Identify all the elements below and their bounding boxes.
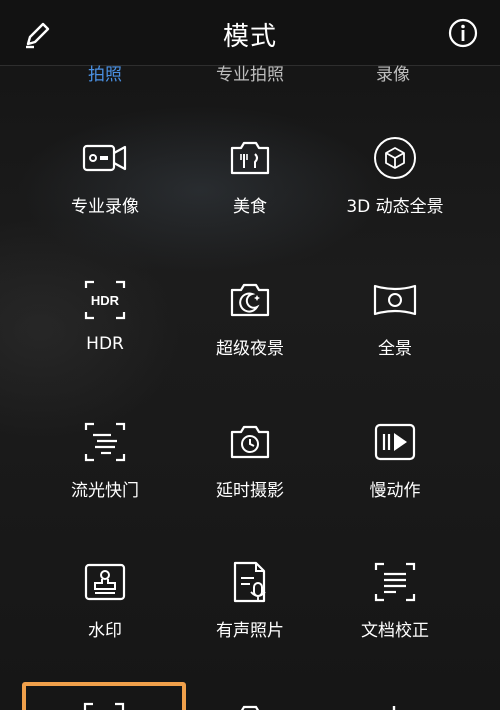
mode-label: 专业录像 (71, 197, 139, 217)
partial-mode-icon[interactable] (80, 694, 128, 710)
mode-pro-video[interactable]: 专业录像 (30, 136, 180, 256)
mode-label: 全景 (378, 339, 412, 359)
hdr-icon: HDR (81, 278, 129, 322)
mode-label: 文档校正 (361, 621, 429, 641)
mode-watermark[interactable]: 水印 (30, 560, 180, 680)
light-painting-icon (81, 420, 129, 464)
mode-label: 水印 (88, 621, 122, 641)
pro-video-camera-icon (81, 136, 129, 180)
mode-label: 有声照片 (216, 621, 284, 641)
mode-super-night[interactable]: 超级夜景 (175, 278, 325, 398)
mode-label: HDR (86, 334, 124, 354)
partial-mode-icon[interactable] (226, 694, 274, 710)
mode-label: 流光快门 (71, 481, 139, 501)
food-camera-icon (226, 136, 274, 180)
mode-label: 3D 动态全景 (346, 197, 444, 217)
mode-document-correction[interactable]: 文档校正 (320, 560, 470, 680)
mode-label: 延时摄影 (216, 481, 284, 501)
mode-label: 美食 (233, 197, 267, 217)
mode-panorama[interactable]: 全景 (320, 278, 470, 398)
panorama-icon (371, 278, 419, 322)
time-lapse-icon (226, 420, 274, 464)
slow-motion-icon (371, 420, 419, 464)
audio-photo-icon (226, 560, 274, 604)
mode-3d-panorama[interactable]: 3D 动态全景 (320, 136, 470, 256)
mode-label: 慢动作 (369, 481, 421, 501)
document-correction-icon (371, 560, 419, 604)
mode-time-lapse[interactable]: 延时摄影 (175, 420, 325, 540)
mode-grid: 专业录像 美食 3D 动态全景 HDR HDR 超级夜景 全景 流光快门 延时摄… (0, 0, 500, 710)
mode-label: 超级夜景 (216, 339, 284, 359)
svg-text:HDR: HDR (91, 293, 120, 308)
partial-mode-icon[interactable] (370, 694, 418, 710)
mode-food[interactable]: 美食 (175, 136, 325, 256)
3d-cube-icon (371, 136, 419, 180)
watermark-stamp-icon (81, 560, 129, 604)
mode-audio-photo[interactable]: 有声照片 (175, 560, 325, 680)
mode-hdr[interactable]: HDR HDR (30, 278, 180, 398)
night-moon-icon (226, 278, 274, 322)
mode-light-painting[interactable]: 流光快门 (30, 420, 180, 540)
mode-slow-motion[interactable]: 慢动作 (320, 420, 470, 540)
